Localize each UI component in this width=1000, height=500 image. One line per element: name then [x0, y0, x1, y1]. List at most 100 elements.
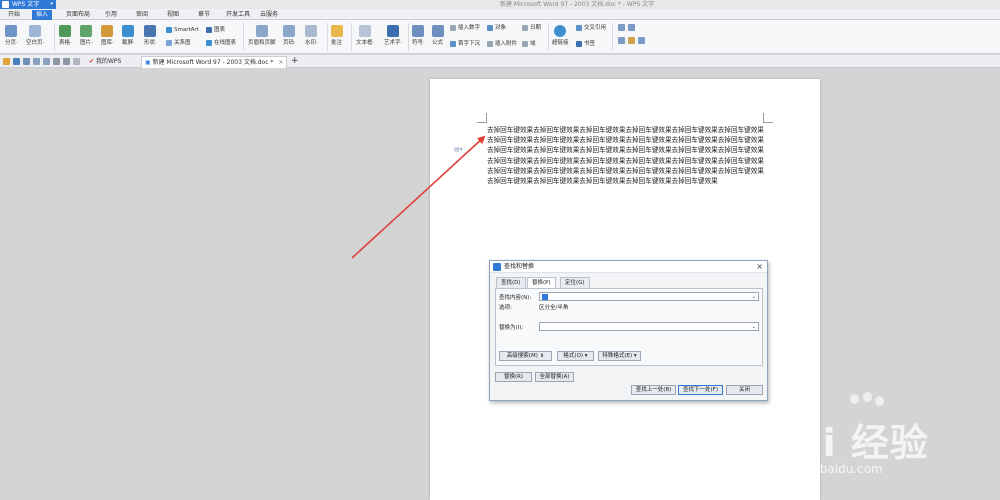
picture-label: 图片· [80, 40, 93, 46]
formula-button[interactable]: 公式 [432, 25, 444, 46]
page-number-button[interactable]: 页码· [283, 25, 296, 46]
tab-review[interactable]: 审阅 [132, 10, 152, 20]
open-folder-icon[interactable] [3, 58, 10, 65]
find-previous-button[interactable]: 查找上一处(B) [631, 385, 676, 395]
screenshot-button[interactable]: 截屏· [122, 25, 135, 46]
textbox-icon [359, 25, 372, 37]
chevron-down-icon[interactable]: ⌄ [752, 323, 756, 331]
tab-goto[interactable]: 定位(G) [560, 277, 590, 288]
document-body-text[interactable]: 去掉回车键效果去掉回车键效果去掉回车键效果去掉回车键效果去掉回车键效果去掉回车键… [487, 125, 767, 186]
wordart-icon [387, 25, 400, 37]
relation-chart-button[interactable]: 关系图 [166, 39, 191, 47]
cross-reference-button[interactable]: 交叉引用 [576, 24, 606, 32]
tab-insert[interactable]: 插入 [32, 10, 53, 20]
watermark-brand: Bai 经验 [766, 421, 929, 465]
comment-icon [331, 25, 343, 37]
margin-corner-marker [763, 113, 773, 123]
find-replace-dialog: 查找和替换 × 查找(D) 替换(P) 定位(G) 查找内容(N): ⌄ 选项:… [489, 260, 768, 401]
gallery-button[interactable]: 图库· [101, 25, 114, 46]
header-footer-icon [255, 25, 268, 37]
redo-icon[interactable] [63, 58, 70, 65]
ribbon-divider [243, 23, 244, 51]
chart-button[interactable]: 图表 [206, 26, 225, 34]
dialog-title-bar: 查找和替换 × [490, 261, 767, 273]
chevron-down-icon: ▾ [50, 1, 53, 7]
tab-cloud[interactable]: 云服务 [256, 10, 282, 20]
advanced-search-button[interactable]: 高级搜索(M) ⇟ [499, 351, 552, 361]
export-pdf-icon[interactable] [43, 58, 50, 65]
dialog-title: 查找和替换 [504, 263, 535, 270]
document-icon: ▣ [145, 59, 151, 66]
tab-view[interactable]: 视图 [163, 10, 183, 20]
online-chart-icon [206, 39, 212, 46]
symbol-button[interactable]: 符号· [412, 25, 425, 46]
bookmark-button[interactable]: 书签 [576, 40, 595, 48]
date-button[interactable]: 日期 [522, 24, 541, 32]
tab-chapter[interactable]: 章节 [194, 10, 214, 20]
save-icon[interactable] [13, 58, 20, 65]
format-button[interactable]: 格式(O) ▾ [557, 351, 594, 361]
layout-icon[interactable] [618, 37, 625, 44]
close-button[interactable]: 关闭 [726, 385, 763, 395]
special-format-button[interactable]: 特殊格式(E) ▾ [598, 351, 641, 361]
paragraph-layout-icon[interactable]: ▤▾ [454, 146, 463, 153]
header-footer-button[interactable]: 页眉和页脚 [248, 25, 276, 46]
print-icon[interactable] [23, 58, 30, 65]
print-preview-icon[interactable] [33, 58, 40, 65]
object-button[interactable]: 对象· [487, 24, 508, 32]
shape-icon [144, 25, 157, 37]
tab-my-wps[interactable]: ✔ 我的WPS [86, 56, 124, 68]
comment-button[interactable]: 批注 [331, 25, 343, 46]
picture-button[interactable]: 图片· [80, 25, 93, 46]
tab-find[interactable]: 查找(D) [496, 277, 526, 288]
field-button[interactable]: 域 [522, 40, 536, 48]
table-label: 表格· [59, 40, 72, 46]
tab-document[interactable]: ▣ 新建 Microsoft Word 97 - 2003 文档.doc * × [141, 56, 288, 68]
wordart-button[interactable]: 艺术字· [384, 25, 402, 46]
app-menu-button[interactable]: WPS 文字 ▾ [0, 0, 56, 9]
paw-icon [863, 392, 872, 402]
insert-number-button[interactable]: 插入数字 [450, 24, 480, 32]
blank-page-button[interactable]: 空白页· [26, 25, 44, 46]
chevron-down-icon[interactable]: ⌄ [752, 293, 756, 301]
layout-icon[interactable] [618, 24, 625, 31]
layout-icon[interactable] [628, 24, 635, 31]
replace-input[interactable]: ⌄ [539, 322, 759, 331]
replace-button[interactable]: 替换(R) [495, 372, 532, 382]
attachment-button[interactable]: 插入附件 [487, 40, 517, 48]
table-button[interactable]: 表格· [59, 25, 72, 46]
close-icon[interactable]: × [756, 261, 763, 273]
chevron-down-icon[interactable] [73, 58, 80, 65]
new-tab-button[interactable]: + [288, 56, 302, 68]
chart-icon [206, 26, 212, 33]
watermark-url: jingyan.baidu.com [772, 462, 883, 476]
textbox-button[interactable]: 文本框· [356, 25, 374, 46]
pen-icon[interactable] [628, 37, 635, 44]
omega-icon [412, 25, 425, 37]
hyperlink-button[interactable]: 超链接 [552, 25, 569, 46]
smartart-button[interactable]: SmartArt [166, 26, 199, 34]
undo-icon[interactable] [53, 58, 60, 65]
symbol-label: 符号· [412, 40, 425, 46]
tab-page-layout[interactable]: 页面布局 [62, 10, 94, 20]
shape-button[interactable]: 形状· [144, 25, 157, 46]
online-chart-button[interactable]: 在线图表 [206, 39, 236, 47]
paw-icon [850, 394, 859, 404]
number-icon [450, 24, 456, 31]
lock-icon[interactable] [638, 37, 645, 44]
tab-home[interactable]: 开始 [4, 10, 24, 20]
find-next-button[interactable]: 查找下一处(F) [678, 385, 723, 395]
comment-label: 批注 [331, 40, 343, 46]
find-input[interactable]: ⌄ [539, 292, 759, 301]
close-tab-icon[interactable]: × [278, 59, 283, 66]
watermark-button[interactable]: 水印· [305, 25, 318, 46]
drop-cap-button[interactable]: 首字下沉 [450, 40, 480, 48]
tab-developer[interactable]: 开发工具 [222, 10, 254, 20]
pi-icon [432, 25, 444, 37]
tab-references[interactable]: 引用 [101, 10, 121, 20]
wordart-label: 艺术字· [384, 40, 403, 46]
replace-all-button[interactable]: 全部替换(A) [535, 372, 574, 382]
title-bar: WPS 文字 ▾ 新建 Microsoft Word 97 - 2003 文档.… [0, 0, 1000, 9]
page-break-button[interactable]: 分页· [5, 25, 18, 46]
screenshot-label: 截屏· [122, 40, 135, 46]
